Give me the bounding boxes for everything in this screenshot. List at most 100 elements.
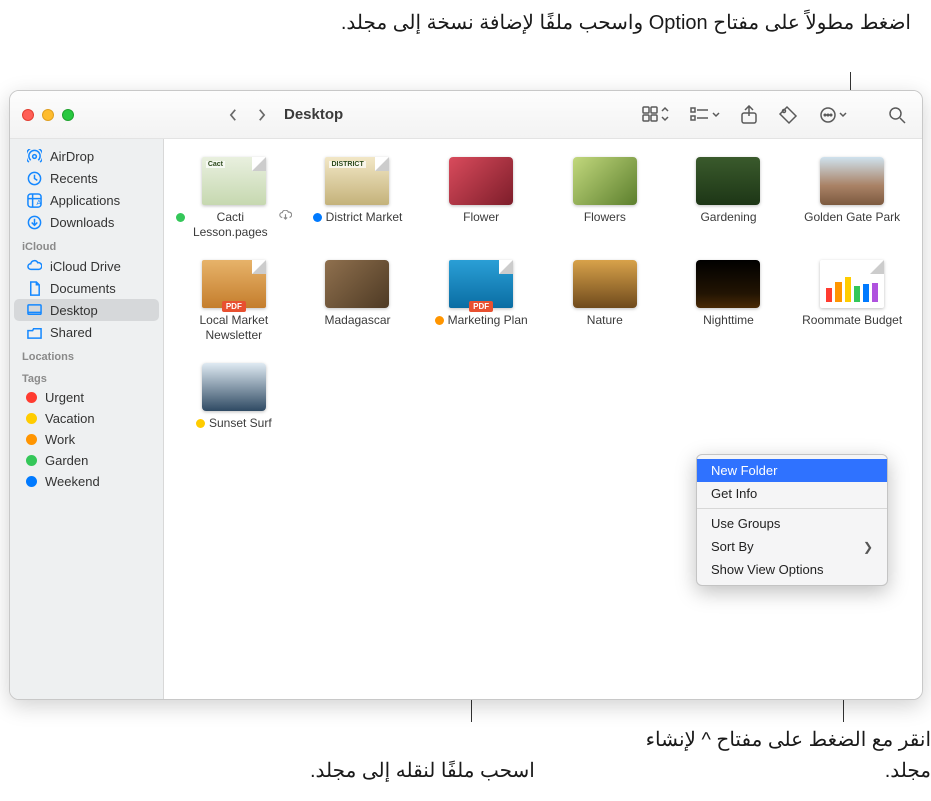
file-name: Flowers [584,210,626,225]
file-thumbnail [325,260,389,308]
sidebar-section-locations: Locations [10,343,163,365]
menu-item-use-groups[interactable]: Use Groups [697,512,887,535]
maximize-button[interactable] [62,109,74,121]
sidebar: AirDrop Recents A Applications Downloads iCl… [10,139,164,699]
file-name: Gardening [700,210,756,225]
file-thumbnail: PDF [449,260,513,308]
pdf-badge: PDF [469,301,493,312]
sidebar-item-applications[interactable]: A Applications [14,189,159,211]
file-tag-dot [435,316,444,325]
menu-item-show-view-options[interactable]: Show View Options [697,558,887,581]
file-item[interactable]: PDF Local Market Newsletter [176,260,292,343]
tag-color-dot [26,476,37,487]
nav-arrows [220,103,274,127]
file-item[interactable]: Gardening [671,157,787,240]
file-item[interactable]: Nature [547,260,663,343]
sidebar-item-downloads[interactable]: Downloads [14,211,159,233]
minimize-button[interactable] [42,109,54,121]
file-thumbnail [202,363,266,411]
callout-bottom-right: انقر مع الضغط على مفتاح ^ لإنشاء مجلد. [616,725,931,787]
file-item[interactable]: DISTRICTDistrict Market [300,157,416,240]
chevron-right-icon: ❯ [863,540,873,554]
tag-color-dot [26,413,37,424]
sidebar-item-airdrop[interactable]: AirDrop [14,145,159,167]
menu-item-get-info[interactable]: Get Info [697,482,887,505]
sidebar-item-label: Documents [50,281,116,296]
tag-weekend[interactable]: Weekend [14,471,159,492]
tag-garden[interactable]: Garden [14,450,159,471]
file-name: Marketing Plan [435,313,528,328]
sidebar-section-icloud: iCloud [10,233,163,255]
file-item[interactable]: PDFMarketing Plan [423,260,539,343]
file-thumbnail [820,157,884,205]
sidebar-item-documents[interactable]: Documents [14,277,159,299]
file-name: Flower [463,210,499,225]
tag-urgent[interactable]: Urgent [14,387,159,408]
menu-item-label: Show View Options [711,562,824,577]
file-item[interactable]: Sunset Surf [176,363,292,431]
toolbar [642,102,910,128]
window-title: Desktop [284,106,343,123]
file-item[interactable]: Madagascar [300,260,416,343]
file-tag-dot [196,419,205,428]
file-item[interactable]: Roommate Budget [794,260,910,343]
file-name: Nighttime [703,313,754,328]
sidebar-item-icloud-drive[interactable]: iCloud Drive [14,255,159,277]
cloud-download-icon [279,210,292,220]
callout-bottom-left: اسحب ملفًا لنقله إلى مجلد. [310,756,535,787]
search-button[interactable] [888,102,906,128]
tag-work[interactable]: Work [14,429,159,450]
tag-label: Weekend [45,474,100,489]
tag-vacation[interactable]: Vacation [14,408,159,429]
sidebar-item-label: Applications [50,193,120,208]
file-thumbnail [573,157,637,205]
file-item[interactable]: Golden Gate Park [794,157,910,240]
file-tag-dot [313,213,322,222]
icloud-icon [26,258,42,274]
close-button[interactable] [22,109,34,121]
forward-button[interactable] [248,103,274,127]
sidebar-item-label: Desktop [50,303,98,318]
finder-window: Desktop AirDropRecentsAA [9,90,923,700]
window-controls [22,109,74,121]
file-name: Nature [587,313,623,328]
file-name: Golden Gate Park [804,210,900,225]
sidebar-item-label: iCloud Drive [50,259,121,274]
file-tag-dot [176,213,185,222]
sidebar-item-label: Downloads [50,215,114,230]
tag-label: Garden [45,453,88,468]
recents-icon [26,170,42,186]
callout-top: اضغط مطولاً على مفتاح Option واسحب ملفًا… [341,8,911,39]
file-name: Local Market Newsletter [176,313,292,343]
file-thumbnail [820,260,884,308]
tag-button[interactable] [778,102,798,128]
tag-label: Urgent [45,390,84,405]
file-item[interactable]: Flowers [547,157,663,240]
sidebar-item-shared[interactable]: Shared [14,321,159,343]
file-item[interactable]: Nighttime [671,260,787,343]
sidebar-item-desktop[interactable]: Desktop [14,299,159,321]
share-button[interactable] [740,102,758,128]
file-thumbnail: PDF [202,260,266,308]
view-mode-button[interactable] [642,102,670,128]
file-item[interactable]: Cact Cacti Lesson.pages [176,157,292,240]
menu-item-label: Sort By [711,539,754,554]
back-button[interactable] [220,103,246,127]
sidebar-item-recents[interactable]: Recents [14,167,159,189]
menu-item-sort-by[interactable]: Sort By ❯ [697,535,887,558]
file-name: Cacti Lesson.pages [176,210,292,240]
file-thumbnail: DISTRICT [325,157,389,205]
file-thumbnail: Cact [202,157,266,205]
menu-item-new-folder[interactable]: New Folder [697,459,887,482]
menu-separator [697,508,887,509]
sidebar-item-label: Shared [50,325,92,340]
svg-text:A: A [36,198,41,207]
file-thumbnail [449,157,513,205]
sidebar-item-label: Recents [50,171,98,186]
sidebar-section-tags: Tags [10,365,163,387]
file-area[interactable]: Cact Cacti Lesson.pages DISTRICTDistrict M… [164,139,922,699]
file-item[interactable]: Flower [423,157,539,240]
more-button[interactable] [818,102,848,128]
group-button[interactable] [690,102,720,128]
sidebar-item-label: AirDrop [50,149,94,164]
